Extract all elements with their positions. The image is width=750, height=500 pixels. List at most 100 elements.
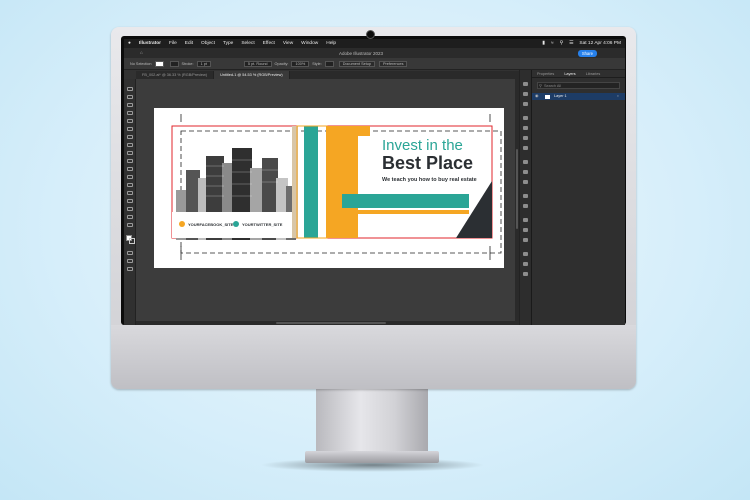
layer-row[interactable]: ◉ Layer 1 ○ (532, 93, 625, 100)
menu-window[interactable]: Window (301, 41, 318, 46)
opacity-label: Opacity: (274, 61, 289, 66)
visibility-eye-icon[interactable]: ◉ (535, 93, 538, 100)
menu-illustrator[interactable]: Illustrator (139, 41, 161, 46)
stroke-weight-field[interactable]: 1 pt (196, 60, 211, 67)
document-tabs: FB_002.ai* @ 36.33 % (RGB/Preview) Untit… (136, 71, 531, 79)
apple-icon[interactable]: ● (128, 41, 131, 46)
tab-untitled-1[interactable]: Untitled-1 @ 54.53 % (RGB/Preview) (214, 71, 290, 79)
libraries-panel-icon[interactable] (523, 102, 528, 106)
transform-panel-icon[interactable] (523, 238, 528, 242)
gradient-panel-icon[interactable] (523, 170, 528, 174)
swatches-panel-icon[interactable] (523, 126, 528, 130)
tab-layers[interactable]: Layers (559, 72, 580, 76)
headline-line1: Invest in the (382, 137, 463, 154)
twitter-handle: YOURTWITTER_SITE (242, 222, 283, 227)
zoom-tool-icon[interactable] (127, 223, 133, 227)
line-tool-icon[interactable] (127, 151, 133, 155)
style-dropdown[interactable] (324, 60, 334, 67)
twitter-icon (233, 221, 239, 227)
selection-status: No Selection (130, 61, 152, 66)
drawing-mode-icon[interactable] (127, 251, 133, 255)
graphic-styles-panel-icon[interactable] (523, 204, 528, 208)
brush-dropdown[interactable]: 5 pt. Round (243, 60, 272, 67)
horizontal-scroll-thumb[interactable] (276, 322, 386, 324)
layers-search-placeholder: Search All (544, 84, 562, 88)
color-panel-icon[interactable] (523, 116, 528, 120)
stroke-swatch-icon[interactable] (129, 238, 135, 244)
canvas-area[interactable]: YOURFACEBOOK_SITE YOURTWITTER_SITE Inves… (136, 79, 519, 325)
layers-panel: Properties Layers Libraries ⚲ Search All… (531, 70, 625, 325)
opentype-panel-icon[interactable] (523, 272, 528, 276)
menu-type[interactable]: Type (223, 41, 233, 46)
gradient-tool-icon[interactable] (127, 191, 133, 195)
menu-object[interactable]: Object (201, 41, 215, 46)
edit-toolbar-icon[interactable] (127, 267, 133, 271)
teal-stripe (304, 126, 318, 238)
stroke-panel-icon[interactable] (523, 160, 528, 164)
hand-tool-icon[interactable] (127, 215, 133, 219)
artboard[interactable]: YOURFACEBOOK_SITE YOURTWITTER_SITE Inves… (154, 108, 504, 268)
artboard-tool-icon[interactable] (127, 207, 133, 211)
layers-search-input[interactable]: ⚲ Search All (537, 82, 620, 89)
tools-panel (124, 79, 136, 325)
menu-edit[interactable]: Edit (185, 41, 193, 46)
width-tool-icon[interactable] (127, 175, 133, 179)
pencil-tool-icon[interactable] (127, 119, 133, 123)
symbols-panel-icon[interactable] (523, 146, 528, 150)
layers-panel-icon[interactable] (523, 92, 528, 96)
rotate-tool-icon[interactable] (127, 159, 133, 163)
properties-panel-icon[interactable] (523, 82, 528, 86)
pathfinder-panel-icon[interactable] (523, 228, 528, 232)
menubar-clock[interactable]: Sat 12 Apr 4:06 PM (579, 41, 621, 46)
battery-icon[interactable]: ▮ (542, 41, 545, 46)
scale-tool-icon[interactable] (127, 167, 133, 171)
search-icon: ⚲ (539, 84, 542, 88)
control-center-icon[interactable]: ☰ (569, 41, 573, 46)
transparency-panel-icon[interactable] (523, 180, 528, 184)
screen-mode-icon[interactable] (127, 259, 133, 263)
document-setup-button[interactable]: Document Setup (338, 60, 375, 67)
menu-effect[interactable]: Effect (263, 41, 275, 46)
menu-view[interactable]: View (283, 41, 293, 46)
layer-target-icon[interactable]: ○ (617, 93, 619, 100)
panel-tabs: Properties Layers Libraries (532, 70, 625, 78)
preferences-button[interactable]: Preferences (379, 60, 408, 67)
paintbrush-tool-icon[interactable] (127, 135, 133, 139)
opacity-field[interactable]: 100% (291, 60, 310, 67)
menu-select[interactable]: Select (241, 41, 254, 46)
eyedropper-tool-icon[interactable] (127, 199, 133, 203)
magic-wand-tool-icon[interactable] (127, 103, 133, 107)
tab-fb-002[interactable]: FB_002.ai* @ 36.33 % (RGB/Preview) (136, 71, 215, 79)
facebook-handle: YOURFACEBOOK_SITE (188, 222, 234, 227)
search-icon[interactable]: ⚲ (560, 41, 564, 46)
brushes-panel-icon[interactable] (523, 136, 528, 140)
horizontal-scrollbar[interactable] (136, 321, 519, 325)
stroke-label: Stroke: (181, 61, 194, 66)
layer-thumbnail (545, 94, 550, 99)
orange-stripe (326, 126, 346, 238)
menu-help[interactable]: Help (326, 41, 336, 46)
type-tool-icon[interactable] (127, 143, 133, 147)
stroke-swatch[interactable] (169, 60, 179, 67)
wifi-icon[interactable]: ≈ (551, 41, 554, 46)
tab-properties[interactable]: Properties (532, 72, 559, 76)
share-button[interactable]: Share (577, 49, 597, 57)
headline-line2: Best Place (382, 153, 473, 173)
vertical-scroll-thumb[interactable] (516, 149, 518, 229)
character-panel-icon[interactable] (523, 252, 528, 256)
paragraph-panel-icon[interactable] (523, 262, 528, 266)
direct-selection-tool-icon[interactable] (127, 95, 133, 99)
appearance-panel-icon[interactable] (523, 194, 528, 198)
pen-tool-icon[interactable] (127, 111, 133, 115)
shape-builder-tool-icon[interactable] (127, 183, 133, 187)
tab-libraries[interactable]: Libraries (581, 72, 606, 76)
layer-name[interactable]: Layer 1 (554, 94, 567, 98)
selection-tool-icon[interactable] (127, 87, 133, 91)
menu-file[interactable]: File (169, 41, 177, 46)
banner-artwork: YOURFACEBOOK_SITE YOURTWITTER_SITE Inves… (171, 114, 502, 260)
app-titlebar: ⌂ Adobe Illustrator 2023 Share (124, 48, 625, 58)
align-panel-icon[interactable] (523, 218, 528, 222)
rectangle-tool-icon[interactable] (127, 127, 133, 131)
home-icon[interactable]: ⌂ (140, 50, 143, 55)
fill-swatch[interactable] (154, 60, 164, 67)
